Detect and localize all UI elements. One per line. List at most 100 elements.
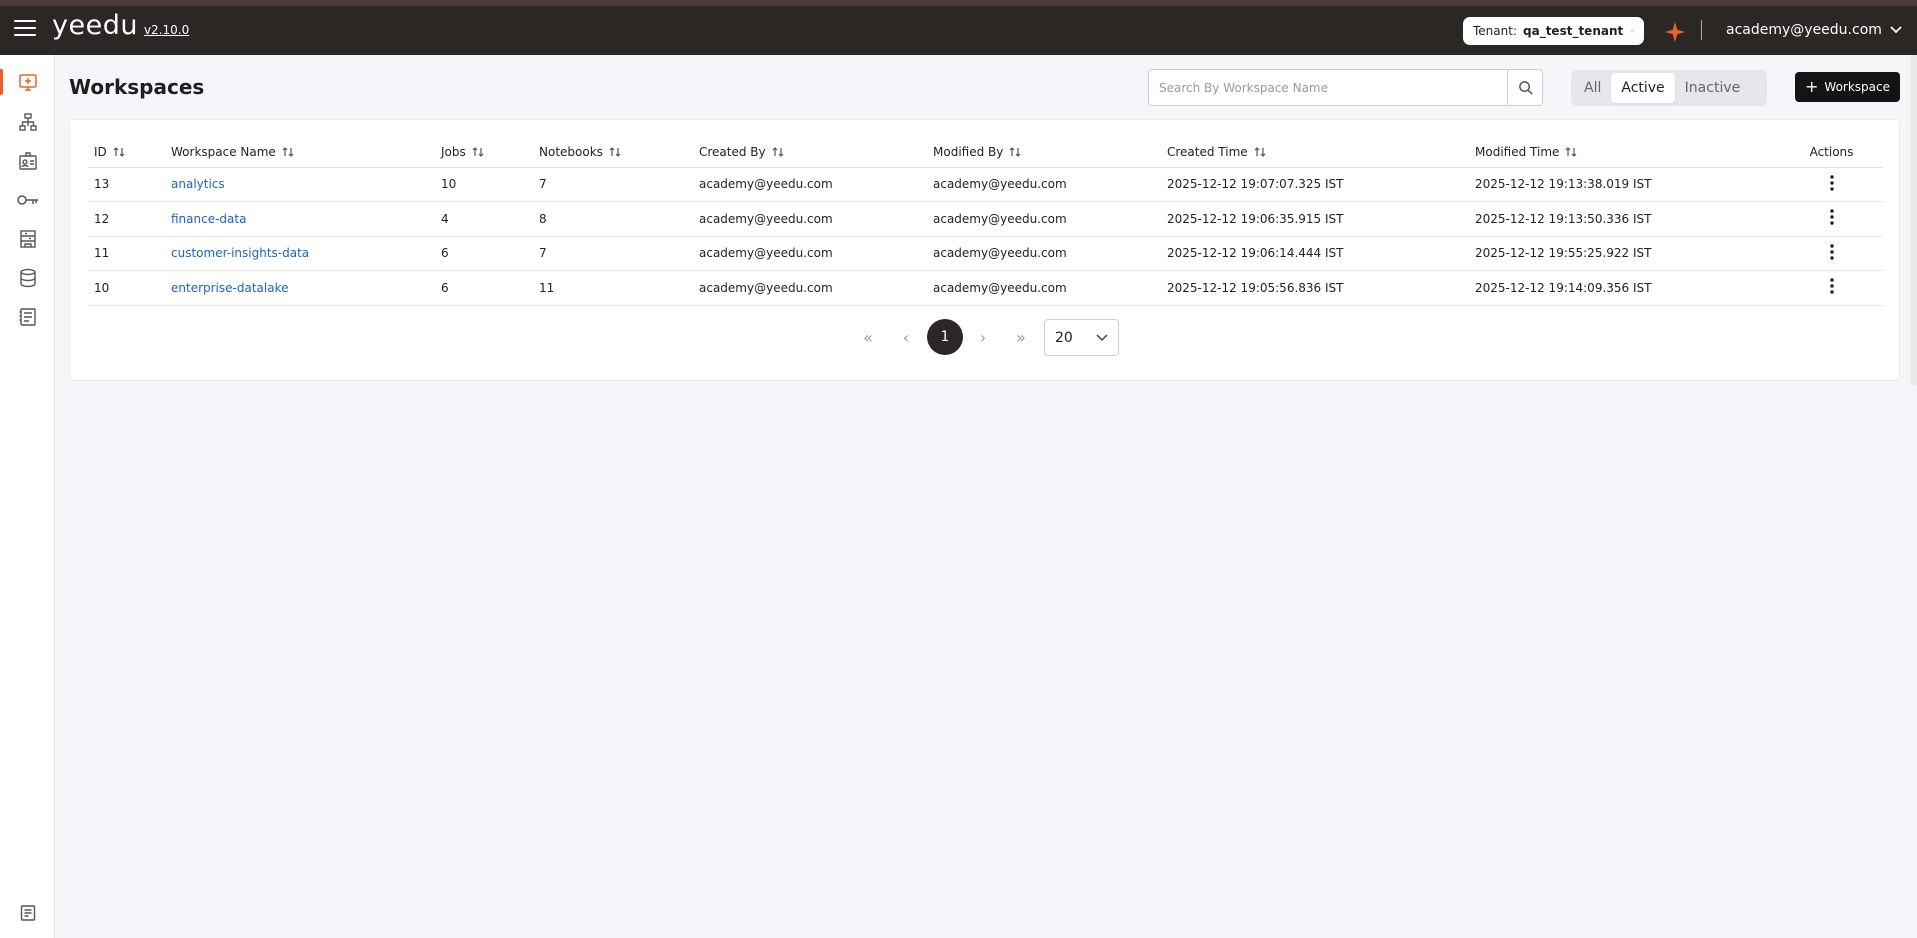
- col-modified-by[interactable]: Modified By: [927, 137, 1161, 168]
- sidebar-item-notebooks[interactable]: [0, 300, 55, 334]
- sort-icon[interactable]: [113, 146, 125, 158]
- cell-created-by: academy@yeedu.com: [693, 270, 927, 306]
- more-vertical-icon[interactable]: [1829, 209, 1834, 225]
- col-jobs[interactable]: Jobs: [435, 137, 533, 168]
- sort-icon[interactable]: [1254, 146, 1266, 158]
- sidebar-item-data-sources[interactable]: [0, 261, 55, 295]
- sidebar-item-clusters[interactable]: [0, 105, 55, 139]
- workspace-link[interactable]: analytics: [165, 167, 435, 202]
- next-page-button[interactable]: ›: [965, 319, 1001, 355]
- search-icon: [1518, 81, 1533, 95]
- workspace-link[interactable]: customer-insights-data: [165, 236, 435, 271]
- cell-created-by: academy@yeedu.com: [693, 167, 927, 202]
- external-link-icon[interactable]: [1631, 24, 1634, 38]
- app-logo[interactable]: yeedu: [52, 10, 138, 41]
- status-filter: All Active Inactive: [1571, 70, 1767, 106]
- table-row[interactable]: 11 customer-insights-data 6 7 academy@ye…: [88, 236, 1883, 271]
- cell-modified-by: academy@yeedu.com: [927, 167, 1161, 202]
- last-page-button[interactable]: »: [1003, 319, 1039, 355]
- tenant-selector[interactable]: Tenant: qa_test_tenant: [1463, 17, 1644, 45]
- first-page-button[interactable]: «: [850, 319, 886, 355]
- sort-icon[interactable]: [772, 146, 784, 158]
- cell-created-time: 2025-12-12 19:06:14.444 IST: [1161, 236, 1469, 271]
- key-icon: [16, 195, 38, 205]
- sidebar-item-keys[interactable]: [0, 183, 55, 217]
- cell-created-time: 2025-12-12 19:06:35.915 IST: [1161, 201, 1469, 237]
- more-vertical-icon[interactable]: [1829, 278, 1834, 294]
- sort-icon[interactable]: [609, 146, 621, 158]
- cell-actions: [1780, 201, 1883, 237]
- cell-notebooks: 7: [533, 167, 693, 202]
- filter-active[interactable]: Active: [1611, 73, 1675, 103]
- cell-jobs: 10: [435, 167, 533, 202]
- cell-created-by: academy@yeedu.com: [693, 201, 927, 237]
- ai-sparkle-icon[interactable]: [1664, 21, 1686, 43]
- add-workspace-button[interactable]: + Workspace: [1795, 72, 1900, 102]
- more-vertical-icon[interactable]: [1829, 244, 1834, 260]
- cell-modified-time: 2025-12-12 19:55:25.922 IST: [1469, 236, 1780, 271]
- cell-actions: [1780, 167, 1883, 202]
- cluster-icon: [18, 113, 37, 131]
- sort-icon[interactable]: [472, 146, 484, 158]
- cell-modified-time: 2025-12-12 19:13:38.019 IST: [1469, 167, 1780, 202]
- cell-jobs: 6: [435, 236, 533, 271]
- building-icon: [19, 230, 36, 248]
- cell-modified-by: academy@yeedu.com: [927, 270, 1161, 306]
- add-workspace-label: Workspace: [1824, 80, 1890, 94]
- workspace-link[interactable]: finance-data: [165, 201, 435, 237]
- col-created-time[interactable]: Created Time: [1161, 137, 1469, 168]
- cell-id: 10: [88, 270, 165, 306]
- cell-modified-by: academy@yeedu.com: [927, 236, 1161, 271]
- page-1-button[interactable]: 1: [927, 319, 963, 355]
- cell-created-time: 2025-12-12 19:05:56.836 IST: [1161, 270, 1469, 306]
- table-row[interactable]: 13 analytics 10 7 academy@yeedu.com acad…: [88, 167, 1883, 202]
- search-button[interactable]: [1507, 69, 1543, 106]
- col-notebooks[interactable]: Notebooks: [533, 137, 693, 168]
- sidebar-item-docs[interactable]: [0, 896, 55, 930]
- page-title: Workspaces: [69, 75, 205, 99]
- sidebar-item-credentials[interactable]: [0, 144, 55, 178]
- sort-icon[interactable]: [1565, 146, 1577, 158]
- sort-icon[interactable]: [282, 146, 294, 158]
- cell-id: 12: [88, 201, 165, 237]
- user-email: academy@yeedu.com: [1726, 22, 1882, 38]
- cell-notebooks: 11: [533, 270, 693, 306]
- filter-inactive[interactable]: Inactive: [1675, 73, 1751, 103]
- table-row[interactable]: 10 enterprise-datalake 6 11 academy@yeed…: [88, 270, 1883, 306]
- brand: yeedu v2.10.0: [52, 10, 189, 41]
- chevron-down-icon: [1890, 26, 1902, 34]
- cell-id: 11: [88, 236, 165, 271]
- cell-modified-by: academy@yeedu.com: [927, 201, 1161, 237]
- database-icon: [19, 268, 36, 288]
- user-menu[interactable]: academy@yeedu.com: [1726, 22, 1902, 38]
- chevron-down-icon: [1096, 333, 1108, 341]
- col-actions: Actions: [1780, 137, 1883, 168]
- cell-created-time: 2025-12-12 19:07:07.325 IST: [1161, 167, 1469, 202]
- sidebar-item-buildings[interactable]: [0, 222, 55, 256]
- cell-jobs: 6: [435, 270, 533, 306]
- scrollbar[interactable]: [1911, 55, 1917, 385]
- cell-actions: [1780, 236, 1883, 271]
- notebook-icon: [19, 308, 36, 326]
- prev-page-button[interactable]: ‹: [888, 319, 924, 355]
- sidebar-item-workspaces[interactable]: [0, 65, 55, 99]
- page-size-select[interactable]: 20: [1044, 319, 1119, 356]
- document-icon: [20, 905, 35, 921]
- app-version[interactable]: v2.10.0: [144, 23, 189, 37]
- filter-all[interactable]: All: [1574, 73, 1611, 103]
- col-workspace-name[interactable]: Workspace Name: [165, 137, 435, 168]
- table-row[interactable]: 12 finance-data 4 8 academy@yeedu.com ac…: [88, 201, 1883, 237]
- more-vertical-icon[interactable]: [1829, 175, 1834, 191]
- col-created-by[interactable]: Created By: [693, 137, 927, 168]
- col-modified-time[interactable]: Modified Time: [1469, 137, 1780, 168]
- workspaces-table: ID Workspace Name Jobs Notebooks Created…: [88, 137, 1883, 306]
- menu-icon[interactable]: [14, 20, 36, 38]
- workspace-link[interactable]: enterprise-datalake: [165, 270, 435, 306]
- search-input[interactable]: [1148, 69, 1508, 106]
- sort-icon[interactable]: [1009, 146, 1021, 158]
- plus-icon: +: [1805, 77, 1819, 96]
- tenant-value: qa_test_tenant: [1523, 24, 1624, 38]
- col-id[interactable]: ID: [88, 137, 165, 168]
- cell-created-by: academy@yeedu.com: [693, 236, 927, 271]
- cell-notebooks: 7: [533, 236, 693, 271]
